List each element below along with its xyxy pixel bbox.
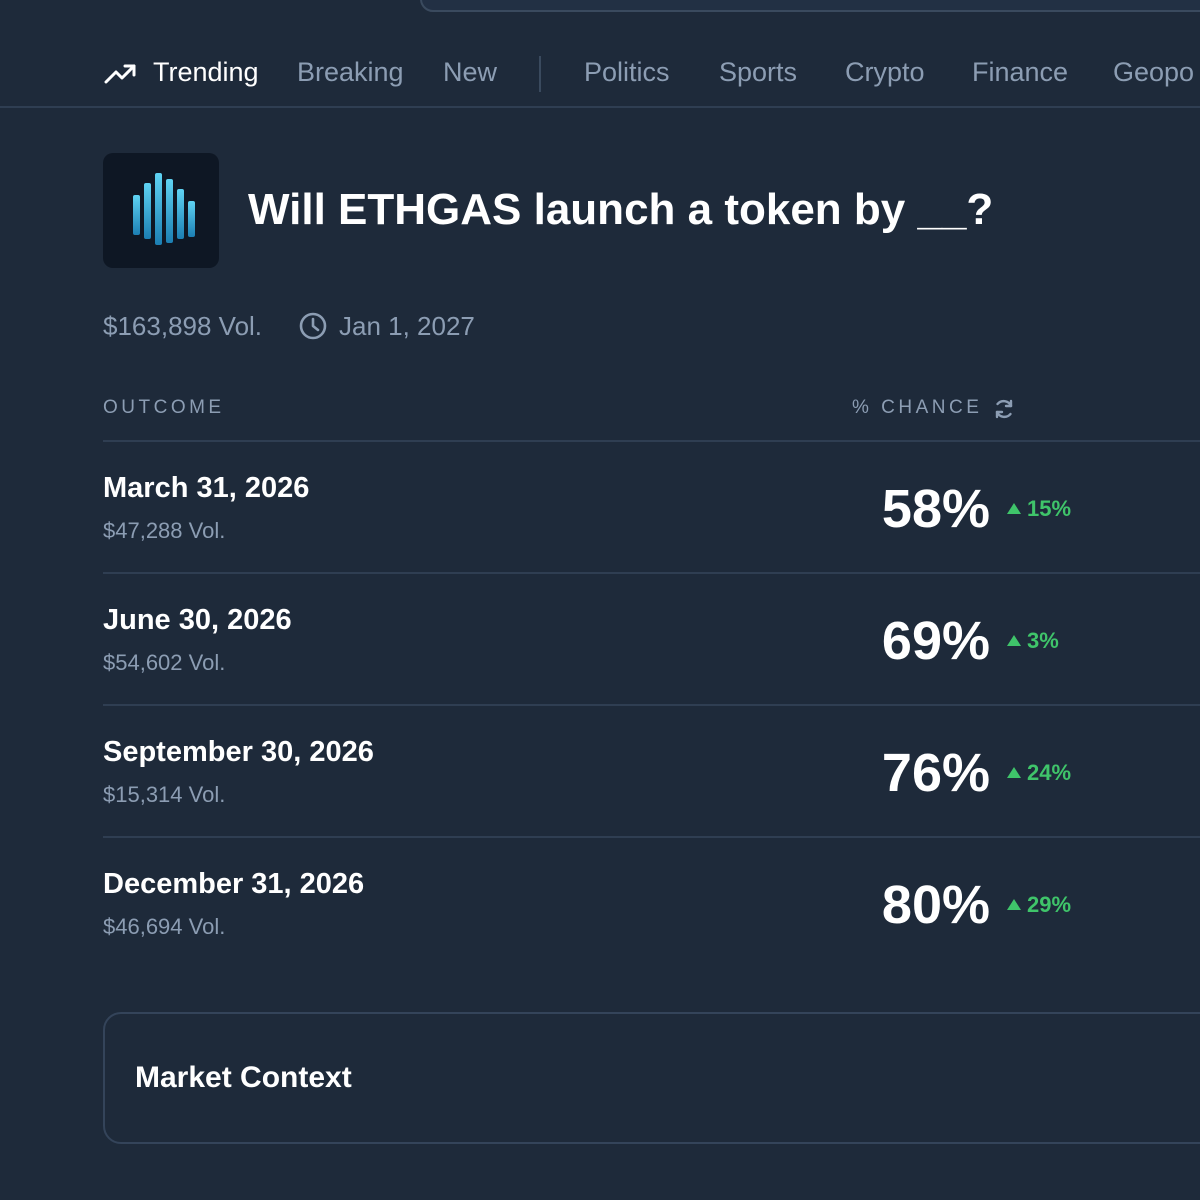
outcome-volume: $15,314 Vol. [103, 782, 226, 807]
market-context-title: Market Context [135, 1061, 352, 1094]
outcome-label: September 30, 2026 [103, 736, 374, 768]
category-nav: Trending Breaking New Politics Sports Cr… [0, 40, 1200, 108]
outcome-volume: $54,602 Vol. [103, 650, 226, 675]
nav-divider [539, 56, 541, 92]
outcome-label: March 31, 2026 [103, 472, 310, 504]
outcome-change: 29% [1007, 891, 1071, 919]
outcome-change-value: 15% [1027, 496, 1072, 521]
outcome-chance: 58% [881, 479, 990, 539]
nav-item-crypto[interactable]: Crypto [845, 54, 925, 90]
outcome-change-value: 24% [1027, 760, 1072, 785]
nav-item-sports[interactable]: Sports [719, 54, 797, 90]
up-arrow-icon [1007, 503, 1021, 514]
market-end-date: Jan 1, 2027 [339, 311, 475, 341]
page: Trending Breaking New Politics Sports Cr… [0, 0, 1200, 1200]
clock-icon [299, 312, 327, 340]
market-logo [103, 153, 219, 268]
outcome-change-value: 29% [1027, 892, 1072, 917]
refresh-icon[interactable] [992, 397, 1016, 421]
outcome-change: 24% [1007, 759, 1071, 787]
outcome-change: 3% [1007, 627, 1059, 655]
outcome-chance: 80% [881, 875, 990, 935]
outcome-column-header: OUTCOME [103, 397, 225, 418]
outcome-row[interactable]: December 31, 2026 $46,694 Vol. 80% 29% [103, 836, 1200, 968]
up-arrow-icon [1007, 899, 1021, 910]
outcome-chance: 69% [881, 611, 990, 671]
outcome-chance: 76% [881, 743, 990, 803]
outcome-label: June 30, 2026 [103, 604, 292, 636]
outcome-label: December 31, 2026 [103, 868, 365, 900]
chance-column-header: % CHANCE [852, 397, 983, 418]
nav-item-new[interactable]: New [443, 54, 497, 90]
ethgas-bars-logo-icon [133, 173, 195, 245]
nav-item-politics[interactable]: Politics [584, 54, 670, 90]
top-search-bar-edge[interactable] [420, 0, 1200, 12]
outcome-row[interactable]: June 30, 2026 $54,602 Vol. 69% 3% [103, 572, 1200, 704]
outcome-change-value: 3% [1027, 628, 1059, 653]
market-context-card[interactable]: Market Context [103, 1012, 1200, 1144]
outcome-volume: $47,288 Vol. [103, 518, 226, 543]
market-title: Will ETHGAS launch a token by __? [248, 185, 994, 234]
up-arrow-icon [1007, 767, 1021, 778]
outcome-table: March 31, 2026 $47,288 Vol. 58% 15% June… [103, 440, 1200, 968]
trending-up-icon [104, 64, 136, 84]
outcome-row[interactable]: September 30, 2026 $15,314 Vol. 76% 24% [103, 704, 1200, 836]
nav-item-trending[interactable]: Trending [153, 54, 259, 90]
outcome-row[interactable]: March 31, 2026 $47,288 Vol. 58% 15% [103, 440, 1200, 572]
outcome-change: 15% [1007, 495, 1071, 523]
outcome-volume: $46,694 Vol. [103, 914, 226, 939]
nav-item-finance[interactable]: Finance [972, 54, 1068, 90]
nav-item-geopolitics[interactable]: Geopo [1113, 54, 1194, 90]
up-arrow-icon [1007, 635, 1021, 646]
nav-item-breaking[interactable]: Breaking [297, 54, 404, 90]
market-volume: $163,898 Vol. [103, 311, 263, 341]
